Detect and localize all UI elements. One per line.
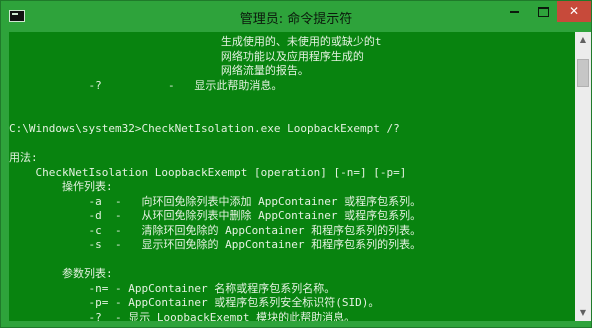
scroll-up-icon[interactable]: ▲ [575,32,591,48]
minimize-button[interactable] [499,1,529,22]
console-output[interactable]: 生成使用的、未使用的或缺少的t 网络功能以及应用程序生成的 网络流量的报告。 -… [9,32,575,321]
console-line: -a - 向环回免除列表中添加 AppContainer 或程序包系列。 [9,195,422,208]
vertical-scrollbar[interactable]: ▲ ▼ [575,32,591,321]
console-line-command: C:\Windows\system32>CheckNetIsolation.ex… [9,122,400,135]
command-prompt-window: 管理员: 命令提示符 ✕ 生成使用的、未使用的或缺少的t 网络功能以及应用程序生… [0,0,592,328]
maximize-button[interactable] [528,1,558,22]
console-line: CheckNetIsolation LoopbackExempt [operat… [9,166,407,179]
console-line: -n= - AppContainer 名称或程序包系列名称。 [9,282,336,295]
close-button[interactable]: ✕ [557,1,591,22]
console-line: 网络流量的报告。 [9,64,309,77]
maximize-icon [537,6,549,17]
console-line: -s - 显示环回免除的 AppContainer 和程序包系列的列表。 [9,238,422,251]
title-bar[interactable]: 管理员: 命令提示符 ✕ [1,1,591,32]
minimize-icon [509,10,519,13]
console-line: 网络功能以及应用程序生成的 [9,50,364,63]
console-line: -c - 清除环回免除的 AppContainer 和程序包系列的列表。 [9,224,422,237]
console-line: 生成使用的、未使用的或缺少的t [9,35,382,48]
console-line: -d - 从环回免除列表中删除 AppContainer 或程序包系列。 [9,209,422,222]
console-line: 操作列表: [9,180,113,193]
console-line: 参数列表: [9,267,113,280]
scroll-down-icon[interactable]: ▼ [575,305,591,321]
scrollbar-thumb[interactable] [577,59,589,87]
console-line: -? - 显示此帮助消息。 [9,79,283,92]
close-icon: ✕ [568,4,580,18]
console-line: 用法: [9,151,38,164]
console-line: -? - 显示 LoopbackExempt 模块的此帮助消息。 [9,311,356,321]
console-line: -p= - AppContainer 或程序包系列安全标识符(SID)。 [9,296,380,309]
